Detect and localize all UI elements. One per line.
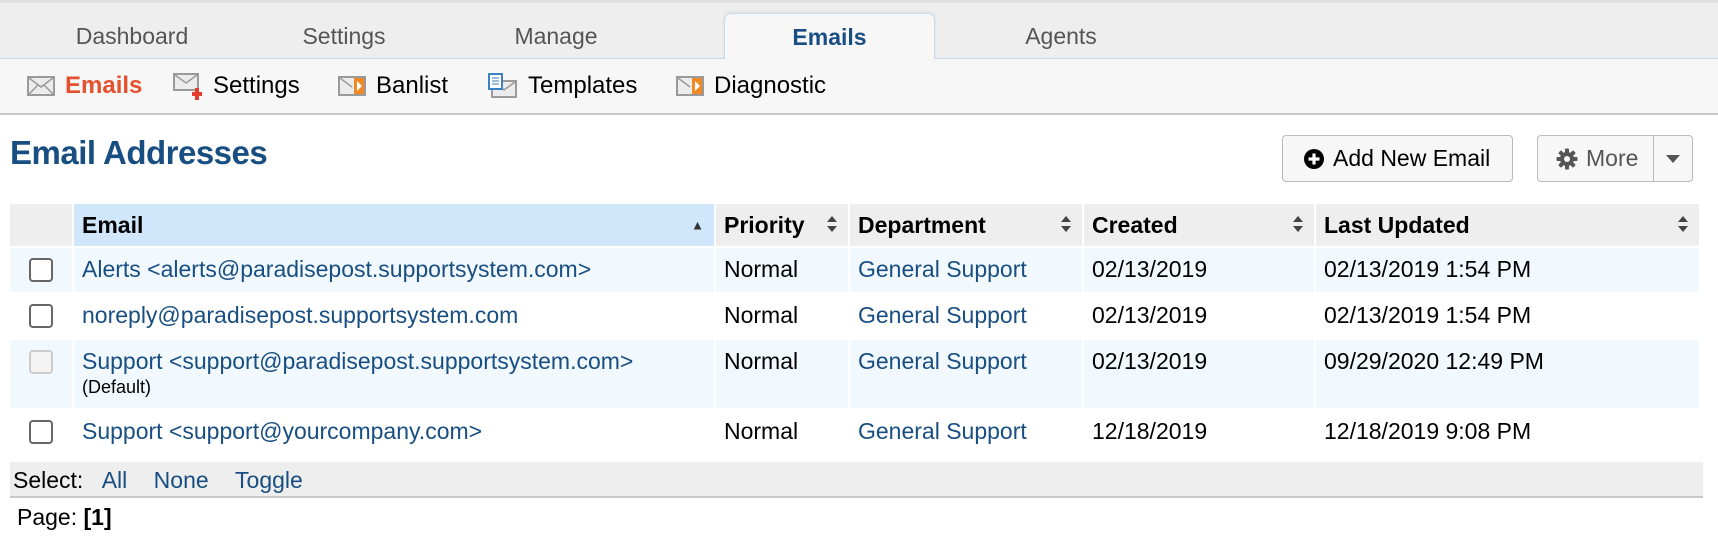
- gear-icon: [1556, 148, 1578, 169]
- add-new-email-label: Add New Email: [1333, 145, 1491, 171]
- header-priority[interactable]: Priority: [716, 204, 848, 246]
- department-link[interactable]: General Support: [858, 256, 1027, 282]
- caret-down-icon: [1666, 154, 1680, 163]
- email-link[interactable]: noreply@paradisepost.supportsystem.com: [82, 302, 518, 328]
- email-link[interactable]: Support <support@paradisepost.supportsys…: [82, 348, 633, 374]
- sort-both-icon: [1292, 215, 1304, 235]
- more-button[interactable]: More: [1538, 136, 1654, 181]
- created-cell: 02/13/2019: [1084, 340, 1314, 408]
- tab-dashboard[interactable]: Dashboard: [27, 13, 237, 62]
- tab-settings[interactable]: Settings: [239, 13, 449, 62]
- envelope-icon: [27, 76, 55, 96]
- add-new-email-button[interactable]: Add New Email: [1282, 135, 1513, 182]
- row-checkbox-disabled: [29, 350, 53, 374]
- envelope-settings-icon: [173, 73, 202, 100]
- subnav-diagnostic[interactable]: Diagnostic: [676, 59, 826, 113]
- created-cell: 12/18/2019: [1092, 418, 1208, 444]
- row-select-cell: [10, 294, 72, 338]
- email-link[interactable]: Support <support@yourcompany.com>: [82, 418, 482, 444]
- email-cell: Support <support@paradisepost.supportsys…: [74, 340, 714, 408]
- department-link[interactable]: General Support: [858, 418, 1027, 444]
- email-link[interactable]: Alerts <alerts@paradisepost.supportsyste…: [82, 256, 591, 282]
- subnav-diagnostic-label: Diagnostic: [714, 72, 827, 99]
- header-email[interactable]: Email ▲: [74, 204, 714, 246]
- header-last-updated[interactable]: Last Updated: [1316, 204, 1699, 246]
- sort-both-icon: [1677, 215, 1689, 235]
- select-bar: Select: All None Toggle: [10, 462, 1703, 498]
- updated-cell: 02/13/2019 1:54 PM: [1324, 302, 1532, 328]
- department-link[interactable]: General Support: [858, 348, 1027, 374]
- select-toggle-link[interactable]: Toggle: [235, 467, 303, 493]
- subnav-templates-label: Templates: [528, 72, 638, 99]
- updated-cell: 12/18/2019 9:08 PM: [1324, 418, 1532, 444]
- pagination: Page: [1]: [17, 501, 112, 533]
- updated-cell: 02/13/2019 1:54 PM: [1316, 248, 1699, 292]
- page-title: Email Addresses: [10, 134, 268, 171]
- row-checkbox[interactable]: [29, 258, 53, 282]
- row-checkbox[interactable]: [29, 304, 53, 328]
- row-select-cell: [10, 340, 72, 408]
- subnav-settings-label: Settings: [213, 72, 300, 99]
- priority-cell: Normal: [716, 340, 848, 408]
- select-none-link[interactable]: None: [154, 467, 209, 493]
- created-cell: 02/13/2019: [1084, 248, 1314, 292]
- subnav-banlist[interactable]: Banlist: [338, 59, 448, 113]
- header-department-label: Department: [858, 211, 986, 238]
- subnav-banlist-label: Banlist: [376, 72, 449, 99]
- row-checkbox[interactable]: [29, 420, 53, 444]
- subnav-emails[interactable]: Emails: [27, 59, 142, 113]
- envelope-diagnostic-icon: [676, 76, 704, 96]
- header-email-label: Email: [82, 211, 144, 238]
- select-all-link[interactable]: All: [102, 467, 128, 493]
- sort-both-icon: [1060, 215, 1072, 235]
- more-dropdown-toggle[interactable]: [1654, 136, 1692, 181]
- select-label: Select:: [13, 467, 84, 493]
- sub-nav: Emails Settings Banlist Templates Diagno…: [0, 59, 1718, 115]
- top-nav: Dashboard Settings Manage Emails Agents: [0, 0, 1718, 63]
- department-cell: General Support: [850, 248, 1082, 292]
- table-header-row: Email ▲ Priority Department Created Last…: [10, 204, 1699, 246]
- current-page: [1]: [83, 504, 112, 530]
- header-created[interactable]: Created: [1084, 204, 1314, 246]
- more-label: More: [1586, 145, 1639, 171]
- row-select-cell: [10, 248, 72, 292]
- department-cell: General Support: [850, 410, 1082, 454]
- subnav-emails-label: Emails: [65, 72, 143, 99]
- header-department[interactable]: Department: [850, 204, 1082, 246]
- sort-both-icon: [826, 215, 838, 235]
- department-cell: General Support: [850, 340, 1082, 408]
- subnav-templates[interactable]: Templates: [488, 59, 637, 113]
- department-link[interactable]: General Support: [858, 302, 1027, 328]
- sort-asc-icon: ▲: [691, 217, 704, 233]
- email-addresses-table: Email ▲ Priority Department Created Last…: [8, 202, 1701, 456]
- page-label: Page:: [17, 504, 78, 530]
- header-select: [10, 204, 72, 246]
- header-priority-label: Priority: [724, 211, 805, 238]
- email-cell: Support <support@yourcompany.com>: [74, 410, 714, 454]
- table-row: Support <support@paradisepost.supportsys…: [10, 340, 1699, 408]
- priority-cell: Normal: [724, 302, 799, 328]
- envelope-banlist-icon: [338, 76, 366, 96]
- email-cell: noreply@paradisepost.supportsystem.com: [74, 294, 714, 338]
- priority-cell: Normal: [724, 418, 799, 444]
- priority-cell: Normal: [716, 248, 848, 292]
- default-tag: (Default): [82, 377, 152, 397]
- department-cell: General Support: [850, 294, 1082, 338]
- header-last-updated-label: Last Updated: [1324, 211, 1470, 238]
- tab-agents[interactable]: Agents: [956, 13, 1166, 62]
- tab-manage[interactable]: Manage: [451, 13, 661, 62]
- more-button-group: More: [1537, 135, 1693, 182]
- plus-circle-icon: [1304, 148, 1324, 169]
- email-cell: Alerts <alerts@paradisepost.supportsyste…: [74, 248, 714, 292]
- table-row: Alerts <alerts@paradisepost.supportsyste…: [10, 248, 1699, 292]
- header-created-label: Created: [1092, 211, 1178, 238]
- updated-cell: 09/29/2020 12:49 PM: [1316, 340, 1699, 408]
- row-select-cell: [10, 410, 72, 454]
- created-cell: 02/13/2019: [1092, 302, 1208, 328]
- subnav-settings[interactable]: Settings: [173, 59, 300, 113]
- envelope-templates-icon: [488, 73, 517, 98]
- tab-emails[interactable]: Emails: [724, 13, 935, 63]
- table-row: noreply@paradisepost.supportsystem.com N…: [10, 294, 1699, 338]
- table-row: Support <support@yourcompany.com> Normal…: [10, 410, 1699, 454]
